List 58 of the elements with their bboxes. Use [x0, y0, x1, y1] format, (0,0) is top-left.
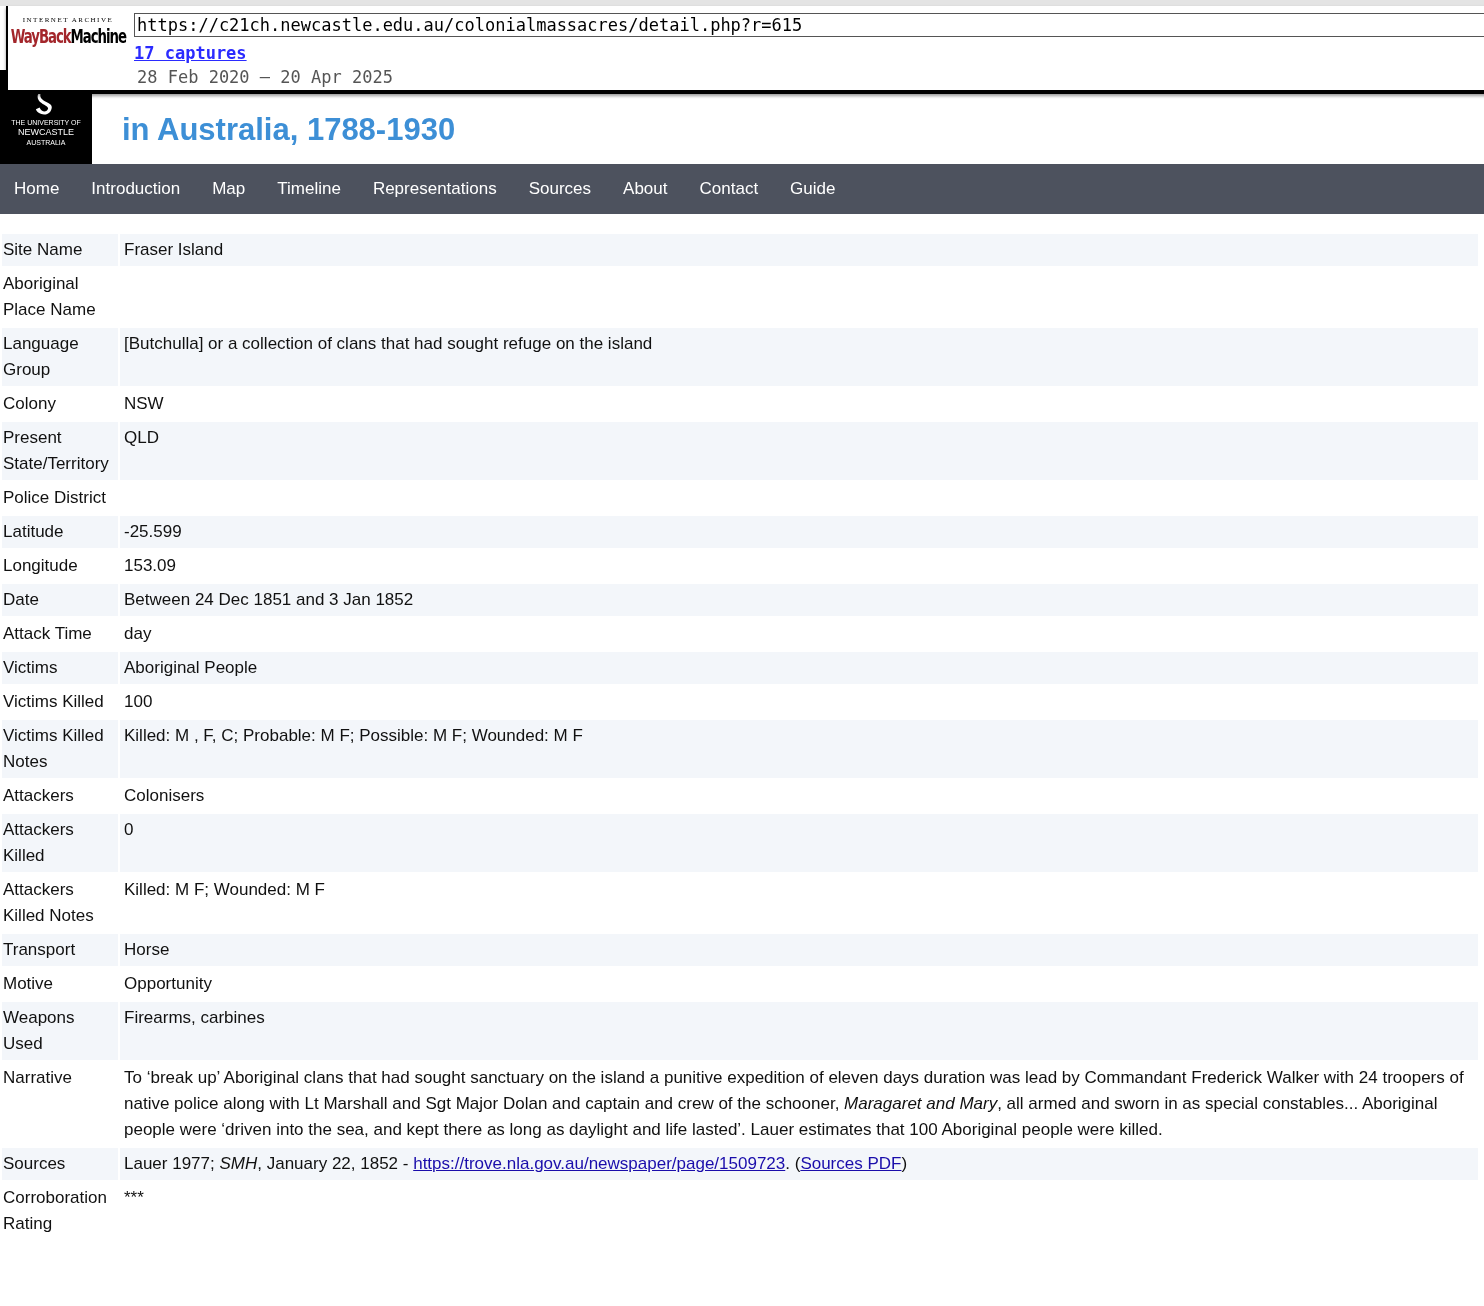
nav-link[interactable]: About — [623, 179, 668, 199]
field-label: Longitude — [2, 555, 79, 577]
field-value: Colonisers — [123, 785, 206, 807]
field-label: Narrative — [2, 1067, 73, 1089]
field-label: Victims Killed — [2, 691, 105, 713]
field-value: Aboriginal People — [120, 652, 1478, 684]
field-label: Aboriginal Place Name — [2, 273, 97, 321]
field-value: [Butchulla] or a collection of clans that had sought refuge on the island — [120, 328, 1478, 386]
field-label: Language Group — [2, 328, 118, 386]
field-value: Fraser Island — [120, 234, 1478, 266]
field-value: 153.09 — [123, 555, 177, 577]
nav-link[interactable]: Home — [14, 179, 60, 199]
nav-link[interactable]: Introduction — [91, 179, 181, 199]
field-label: Date — [2, 584, 118, 616]
field-value: -25.599 — [120, 516, 1478, 548]
field-value: Between 24 Dec 1851 and 3 Jan 1852 — [120, 584, 1478, 616]
field-label: Motive — [2, 973, 55, 995]
field-value: Horse — [120, 934, 1478, 966]
nav-link[interactable]: Timeline — [277, 179, 341, 199]
field-label: Attackers Killed — [2, 814, 118, 872]
logo-text: NEWCASTLE — [18, 127, 74, 138]
field-value: QLD — [120, 422, 1478, 480]
link[interactable]: Sources PDF — [800, 1154, 902, 1173]
nav-link[interactable]: Map — [212, 179, 246, 199]
site-title: in Australia, 1788-1930 — [122, 114, 456, 146]
url-field[interactable]: https://c21ch.newcastle.edu.au/colonialmassacres/detail.php?r=615 — [134, 13, 1484, 37]
field-value: To ‘break up’ Aboriginal clans that had sought sanctuary on the island a punitive expedition of eleven days duration was lead by Commandant Frederick Walker with 24 troopers of native police along with Lt Marshall and Sgt Major Dolan and captain and crew of the schooner, Maragaret and Mary, all armed and sworn in as special constables... Aboriginal people were ‘driven into the sea, and kept there as long as daylight and life lasted’. Lauer estimates that 100 Aboriginal people were killed. — [123, 1067, 1465, 1141]
field-value: Firearms, carbines — [120, 1002, 1478, 1060]
field-value: Lauer 1977; SMH, January 22, 1852 - https://trove.nla.gov.au/newspaper/page/1509723. (Sources PDF) — [120, 1148, 1478, 1180]
field-label: Attackers Killed Notes — [2, 879, 95, 927]
field-label: Sources — [2, 1148, 118, 1180]
link[interactable]: https://trove.nla.gov.au/newspaper/page/1509723 — [413, 1154, 786, 1173]
date-range: 28 Feb 2020 – 20 Apr 2025 — [136, 67, 394, 87]
field-value: Opportunity — [123, 973, 213, 995]
captures-link[interactable]: 17 captures — [134, 43, 247, 63]
field-value: NSW — [123, 393, 165, 415]
field-label: Attackers — [2, 785, 75, 807]
field-value: 100 — [123, 691, 154, 713]
nav-link[interactable]: Representations — [372, 179, 497, 199]
field-label: Corroboration Rating — [2, 1187, 108, 1235]
field-label: Police District — [2, 487, 107, 509]
field-value: day — [123, 623, 153, 645]
field-value: Killed: M F; Wounded: M F — [123, 879, 326, 901]
field-label: Attack Time — [2, 623, 93, 645]
field-value: Killed: M , F, C; Probable: M F; Possible: M F; Wounded: M F — [120, 720, 1478, 778]
nav-link[interactable]: Contact — [699, 179, 759, 199]
field-label: Present State/Territory — [2, 422, 118, 480]
field-value: 0 — [120, 814, 1478, 872]
field-label: Site Name — [2, 234, 118, 266]
nav-link[interactable]: Sources — [528, 179, 592, 199]
field-label: Latitude — [2, 516, 118, 548]
field-label: Colony — [2, 393, 57, 415]
field-label: Weapons Used — [2, 1002, 118, 1060]
field-value: *** — [123, 1187, 145, 1209]
field-label: Victims Killed Notes — [2, 720, 118, 778]
nav-link[interactable]: Guide — [790, 179, 836, 199]
field-label: Victims — [2, 652, 118, 684]
field-label: Transport — [2, 934, 118, 966]
